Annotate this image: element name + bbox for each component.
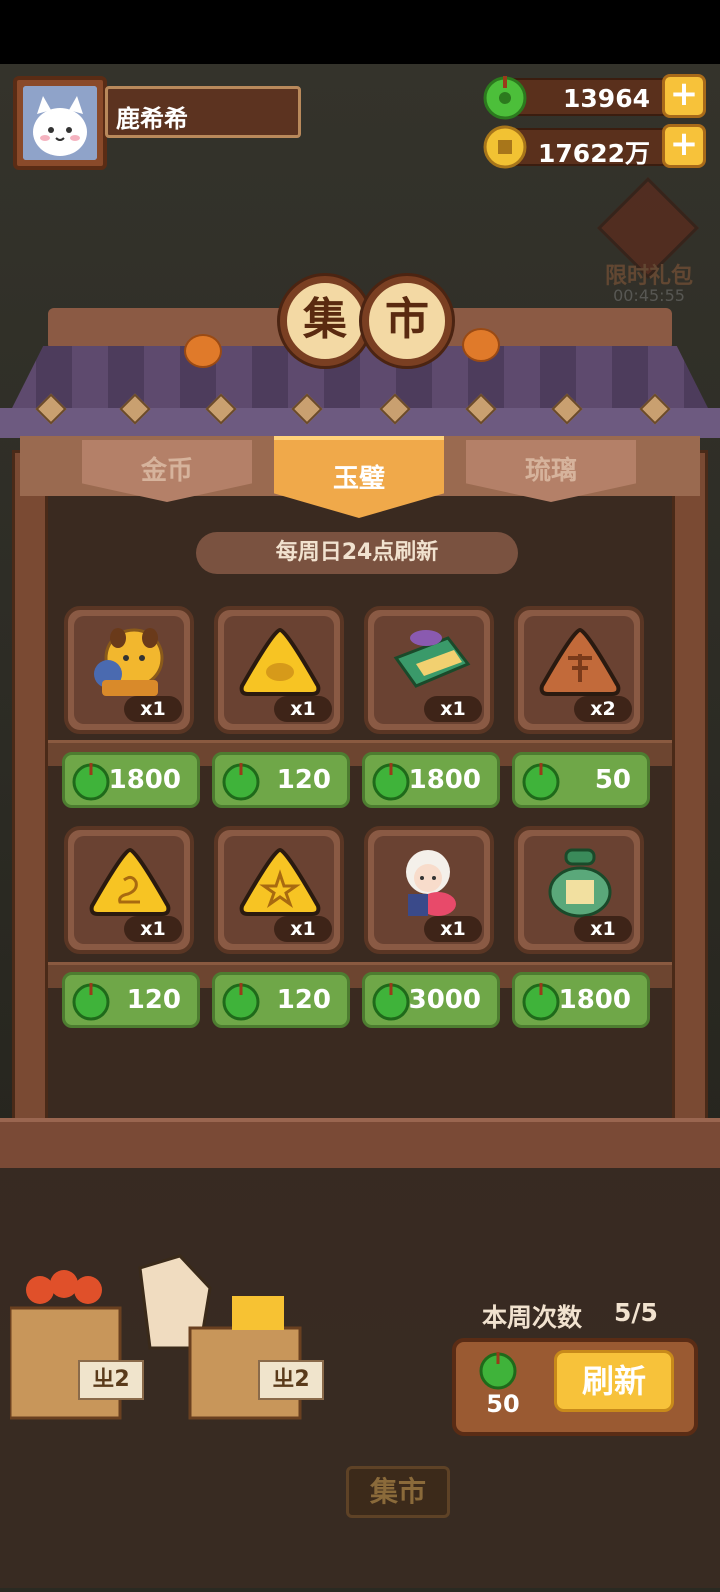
shop-item-5[interactable]: x1 xyxy=(64,826,194,954)
avatar-image xyxy=(23,86,97,160)
shop-item-8[interactable]: x1 xyxy=(514,826,644,954)
buy-item-6-button[interactable]: 120 xyxy=(212,972,350,1028)
merchant-scene xyxy=(10,1254,302,1420)
yellow-swirl-token-icon xyxy=(89,847,171,916)
refresh-panel: 50 刷新 xyxy=(452,1338,698,1436)
shop-title-char-1: 集 xyxy=(280,276,370,366)
item-quantity: x2 xyxy=(574,696,632,722)
gold-coin-icon xyxy=(482,124,528,170)
cat-avatar-icon xyxy=(23,86,97,160)
buy-item-3-button[interactable]: 1800 xyxy=(362,752,500,808)
shop-item-7[interactable]: x1 xyxy=(364,826,494,954)
buy-item-1-button[interactable]: 1800 xyxy=(62,752,200,808)
jade-currency: 13964 + xyxy=(482,74,706,120)
item-price: 1800 xyxy=(408,765,481,795)
buy-item-8-button[interactable]: 1800 xyxy=(512,972,650,1028)
merchant-price-sign: ㄓ2 xyxy=(78,1360,144,1400)
status-bar xyxy=(0,0,720,64)
buy-item-4-button[interactable]: 50 xyxy=(512,752,650,808)
jade-coin-icon xyxy=(72,983,110,1021)
limited-gift-button[interactable]: 限时礼包 00:45:55 xyxy=(594,177,704,312)
weekly-count-value: 5/5 xyxy=(614,1298,658,1327)
buy-item-7-button[interactable]: 3000 xyxy=(362,972,500,1028)
add-jade-button[interactable]: + xyxy=(662,74,706,118)
item-quantity: x1 xyxy=(424,696,482,722)
jade-coin-icon xyxy=(72,763,110,801)
persimmon-decoration-icon xyxy=(184,334,222,368)
jade-coin-icon xyxy=(479,1352,517,1390)
jade-coin-icon xyxy=(522,763,560,801)
add-gold-button[interactable]: + xyxy=(662,124,706,168)
item-price: 1800 xyxy=(558,985,631,1015)
buy-item-2-button[interactable]: 120 xyxy=(212,752,350,808)
yellow-fish-token-icon xyxy=(239,627,321,696)
yellow-star-token-icon xyxy=(239,847,321,916)
item-price: 120 xyxy=(276,765,331,795)
shop-item-6[interactable]: x1 xyxy=(214,826,344,954)
shop-item-1[interactable]: x1 xyxy=(64,606,194,734)
jade-coin-icon xyxy=(222,983,260,1021)
refresh-button[interactable]: 刷新 xyxy=(554,1350,674,1412)
jade-coin-icon xyxy=(372,983,410,1021)
jade-coin-icon xyxy=(522,983,560,1021)
jade-coin-icon xyxy=(482,74,528,120)
merchant-price-sign: ㄓ2 xyxy=(258,1360,324,1400)
brown-glyph-token-icon xyxy=(539,627,621,696)
green-gift-box-icon xyxy=(393,630,471,688)
buy-item-5-button[interactable]: 120 xyxy=(62,972,200,1028)
avatar[interactable] xyxy=(13,76,107,170)
item-price: 3000 xyxy=(408,985,481,1015)
stall-counter xyxy=(0,1118,720,1168)
weekly-count-label: 本周次数 xyxy=(482,1303,583,1332)
roof-eave xyxy=(0,408,720,438)
left-pillar xyxy=(12,450,48,1140)
gold-currency: 17622万 + xyxy=(482,124,706,170)
item-price: 120 xyxy=(276,985,331,1015)
player-name: 鹿希希 xyxy=(105,86,301,138)
green-scroll-bag-icon xyxy=(548,848,612,918)
shop-title-char-2: 市 xyxy=(362,276,452,366)
item-quantity: x1 xyxy=(124,696,182,722)
item-price: 50 xyxy=(594,765,631,795)
item-price: 120 xyxy=(126,985,181,1015)
persimmon-decoration-icon xyxy=(462,328,500,362)
item-price: 1800 xyxy=(108,765,181,795)
shop-item-4[interactable]: x2 xyxy=(514,606,644,734)
market-nav-sign[interactable]: 集市 xyxy=(346,1466,450,1518)
item-quantity: x1 xyxy=(274,696,332,722)
shop-item-3[interactable]: x1 xyxy=(364,606,494,734)
jade-coin-icon xyxy=(372,763,410,801)
white-hair-character-icon xyxy=(406,850,456,916)
item-quantity: x1 xyxy=(124,916,182,942)
dog-character-icon xyxy=(94,628,164,696)
refresh-schedule-note: 每周日24点刷新 xyxy=(196,532,518,574)
item-quantity: x1 xyxy=(424,916,482,942)
item-quantity: x1 xyxy=(574,916,632,942)
shop-item-2[interactable]: x1 xyxy=(214,606,344,734)
item-quantity: x1 xyxy=(274,916,332,942)
right-pillar xyxy=(672,450,708,1140)
player-info[interactable]: 鹿希希 xyxy=(13,76,303,172)
refresh-cost: 50 xyxy=(486,1390,520,1418)
gift-timer: 00:45:55 xyxy=(613,286,685,305)
jade-coin-icon xyxy=(222,763,260,801)
